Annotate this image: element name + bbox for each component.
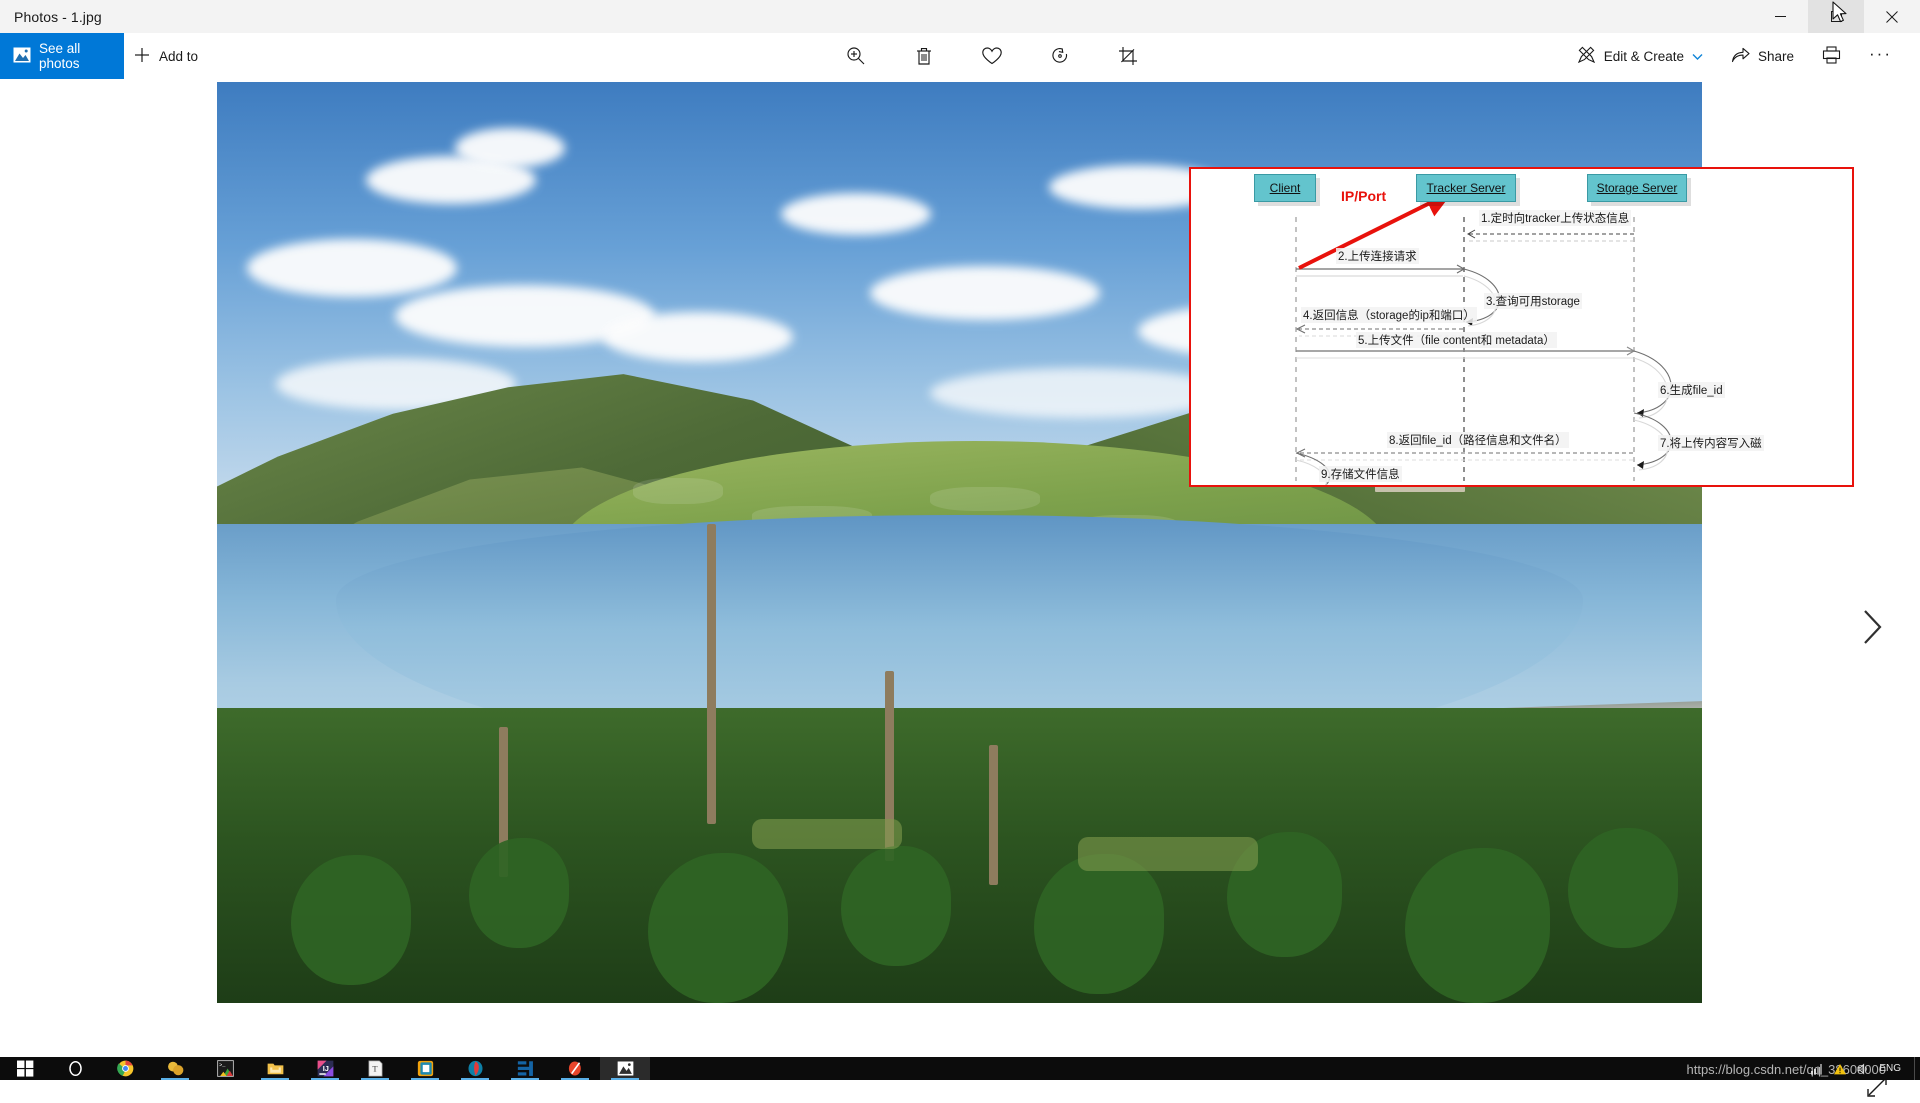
diagram-message-6: 6.生成file_id [1658, 382, 1725, 398]
share-icon [1731, 46, 1750, 66]
photos-taskbar-icon [617, 1060, 634, 1077]
photos-icon [13, 47, 31, 66]
network-icon[interactable] [1810, 1062, 1824, 1076]
command-bar: See all photos Add to [0, 33, 1920, 79]
lifeline-storage-server: Storage Server [1587, 174, 1687, 202]
volume-icon[interactable] [1856, 1062, 1870, 1076]
navicat-icon [167, 1060, 184, 1077]
next-image-button[interactable] [1851, 603, 1893, 651]
taskbar-item-cortana[interactable] [50, 1057, 100, 1080]
windows-start-icon [17, 1060, 34, 1077]
edit-and-create-label: Edit & Create [1604, 49, 1684, 64]
chevron-right-icon [1860, 608, 1884, 646]
taskbar-item-photos[interactable] [600, 1057, 650, 1080]
folder-icon [267, 1060, 284, 1077]
chrome-icon [117, 1060, 134, 1077]
edit-and-create-button[interactable]: Edit & Create [1563, 36, 1717, 76]
close-button[interactable] [1864, 0, 1920, 33]
printer-icon [1822, 46, 1841, 67]
diagram-message-9: 9.存储文件信息 [1319, 466, 1402, 482]
taskbar-item-xmind[interactable] [550, 1057, 600, 1080]
diagram-message-5: 5.上传文件（file content和 metadata） [1356, 332, 1557, 348]
ip-port-annotation: IP/Port [1341, 188, 1386, 204]
terminal-icon: >_ [217, 1060, 234, 1077]
lifeline-client: Client [1254, 174, 1316, 202]
xmind-icon [567, 1060, 584, 1077]
plus-icon [134, 47, 150, 66]
window-title: Photos - 1.jpg [0, 9, 102, 25]
show-desktop-button[interactable] [1914, 1057, 1920, 1080]
minimize-button[interactable] [1752, 0, 1808, 33]
taskbar-item-typora[interactable]: T [350, 1057, 400, 1080]
share-button[interactable]: Share [1717, 36, 1808, 76]
photo-stage: Client Tracker Server Storage Server IP/… [0, 79, 1920, 1057]
taskbar-item-editplus[interactable] [500, 1057, 550, 1080]
taskbar-item-intellij-idea[interactable]: IJ [300, 1057, 350, 1080]
share-label: Share [1758, 49, 1794, 64]
typora-icon: T [367, 1060, 384, 1077]
diagram-message-2: 2.上传连接请求 [1336, 248, 1419, 264]
more-button[interactable]: ··· [1855, 36, 1906, 76]
delete-button[interactable] [904, 36, 944, 76]
edit-create-icon [1577, 45, 1596, 67]
svg-text:T: T [372, 1064, 378, 1074]
taskbar-item-navicat[interactable] [150, 1057, 200, 1080]
postman-icon [467, 1060, 484, 1077]
diagram-message-3: 3.查询可用storage [1484, 293, 1582, 309]
add-to-button[interactable]: Add to [134, 33, 198, 79]
system-tray: ENG [1810, 1057, 1920, 1080]
editplus-icon [517, 1060, 534, 1077]
window-controls [1752, 0, 1920, 33]
xshell-icon [417, 1060, 434, 1077]
diagram-message-8: 8.返回file_id（路径信息和文件名） [1387, 432, 1569, 448]
center-tools [836, 33, 1148, 79]
see-all-photos-button[interactable]: See all photos [0, 33, 124, 79]
intellij-idea-icon: IJ [317, 1060, 334, 1077]
taskbar-item-start[interactable] [0, 1057, 50, 1080]
crop-button[interactable] [1108, 36, 1148, 76]
input-language-indicator[interactable]: ENG [1879, 1063, 1901, 1074]
right-tools: Edit & Create Share ··· [1563, 33, 1906, 79]
warning-icon[interactable] [1833, 1062, 1847, 1076]
zoom-button[interactable] [836, 36, 876, 76]
diagram-message-7: 7.将上传内容写入磁 [1658, 435, 1764, 451]
taskbar-item-explorer[interactable] [250, 1057, 300, 1080]
diagram-message-4: 4.返回信息（storage的ip和端口） [1301, 307, 1477, 323]
favorite-button[interactable] [972, 36, 1012, 76]
lifeline-tracker-server: Tracker Server [1416, 174, 1516, 202]
diagram-message-1: 1.定时向tracker上传状态信息 [1479, 210, 1631, 226]
chevron-down-icon [1692, 49, 1703, 64]
taskbar-items: >_ IJ [0, 1057, 650, 1080]
taskbar-item-postman[interactable] [450, 1057, 500, 1080]
maximize-button[interactable] [1808, 0, 1864, 33]
taskbar-item-xshell[interactable] [400, 1057, 450, 1080]
taskbar-item-chrome[interactable] [100, 1057, 150, 1080]
see-all-photos-label: See all photos [39, 41, 124, 71]
svg-text:>_: >_ [219, 1062, 226, 1068]
svg-text:IJ: IJ [322, 1064, 328, 1073]
sequence-diagram-overlay: Client Tracker Server Storage Server IP/… [1189, 167, 1854, 487]
cortana-circle-icon [67, 1060, 84, 1077]
taskbar: >_ IJ [0, 1057, 1920, 1080]
taskbar-item-terminal[interactable]: >_ [200, 1057, 250, 1080]
ellipsis-icon: ··· [1869, 45, 1892, 68]
add-to-label: Add to [159, 49, 198, 64]
print-button[interactable] [1808, 36, 1855, 76]
title-bar: Photos - 1.jpg [0, 0, 1920, 33]
rotate-button[interactable] [1040, 36, 1080, 76]
